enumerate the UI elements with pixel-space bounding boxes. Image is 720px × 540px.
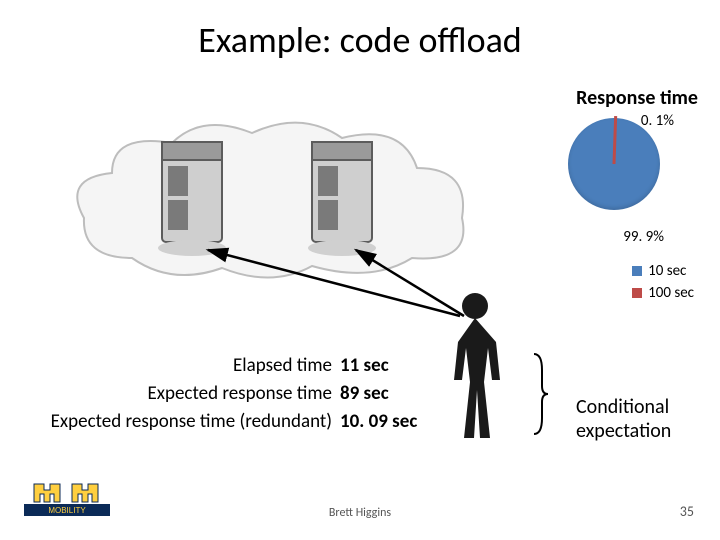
stat-label: Elapsed time — [12, 352, 332, 380]
legend-item: 10 sec — [632, 260, 694, 282]
pie-label-small: 0. 1% — [641, 112, 674, 130]
response-time-heading: Response time — [576, 86, 698, 110]
cloud-diagram — [72, 118, 472, 288]
brace-icon — [530, 352, 550, 436]
stat-value: 10. 09 sec — [340, 408, 440, 436]
legend-swatch-icon — [632, 288, 642, 298]
legend: 10 sec 100 sec — [632, 260, 694, 304]
footer-author: Brett Higgins — [0, 506, 720, 520]
pie-body — [568, 118, 660, 210]
slide: Example: code offload Response time 0. 1… — [0, 0, 720, 540]
person-icon — [440, 290, 510, 440]
stat-value: 11 sec — [340, 352, 440, 380]
slide-title: Example: code offload — [0, 18, 720, 62]
conditional-expectation-label: Conditional expectation — [576, 395, 706, 443]
stat-value: 89 sec — [340, 380, 440, 408]
legend-label: 10 sec — [648, 260, 686, 282]
legend-swatch-icon — [632, 266, 642, 276]
legend-item: 100 sec — [632, 282, 694, 304]
server-icon — [304, 136, 388, 258]
page-number: 35 — [680, 503, 694, 520]
stats-table: Elapsed time 11 sec Expected response ti… — [12, 352, 440, 436]
legend-label: 100 sec — [648, 282, 694, 304]
pie-sliver — [613, 116, 618, 164]
stat-label: Expected response time (redundant) — [12, 408, 332, 436]
cloud-icon — [72, 118, 472, 288]
pie-chart — [568, 118, 660, 210]
server-icon — [154, 136, 238, 258]
pie-label-large: 99. 9% — [623, 228, 664, 246]
stat-label: Expected response time — [12, 380, 332, 408]
